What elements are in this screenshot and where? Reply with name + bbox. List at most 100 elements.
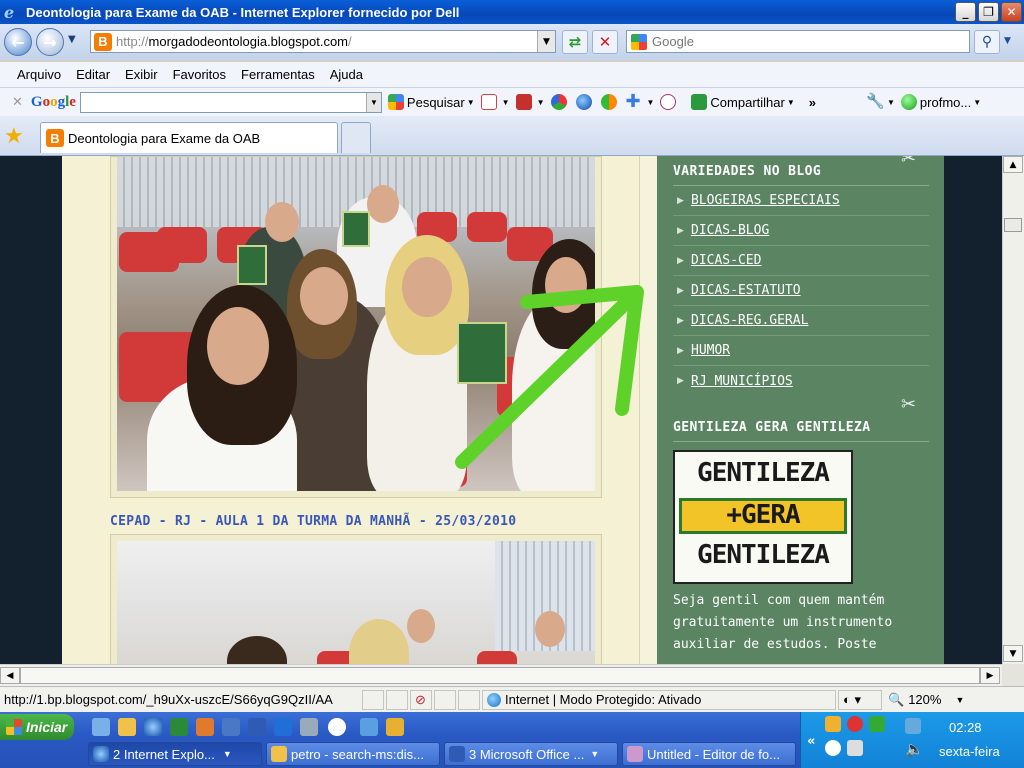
refresh-button[interactable]: ⇄ [562,30,588,54]
gentileza-image[interactable]: GENTILEZA +GERA GENTILEZA [673,450,853,584]
tab-deontologia[interactable]: B Deontologia para Exame da OAB [40,122,338,153]
popup-blocker-icon[interactable]: ⊘ [410,689,432,710]
minimize-button[interactable]: _ [955,2,976,22]
close-toolbar-icon[interactable]: ✕ [12,94,23,110]
bullet-icon: ▶ [677,345,684,356]
new-tab-button[interactable] [341,122,371,153]
address-bar-row: ← → ▼ B http://morgadodeontologia.blogsp… [0,24,1024,60]
ie-quicklaunch-icon[interactable] [144,718,162,736]
forward-button[interactable]: → [36,28,64,56]
menu-favoritos[interactable]: Favoritos [173,67,226,82]
back-button[interactable]: ← [4,28,32,56]
monitor-icon[interactable] [274,718,292,736]
network-tray-icon[interactable] [905,718,921,734]
post-photo-2[interactable] [110,534,602,664]
maximize-button[interactable]: ❐ [978,2,999,22]
search-input[interactable]: Google [626,30,970,53]
publisher-icon[interactable] [222,718,240,736]
address-input[interactable]: B http://morgadodeontologia.blogspot.com… [90,30,556,53]
stop-button[interactable]: ✕ [592,30,618,54]
menu-arquivo[interactable]: Arquivo [17,67,61,82]
menu-exibir[interactable]: Exibir [125,67,158,82]
tray-icon[interactable] [825,716,841,732]
network-icon[interactable] [360,718,378,736]
app-icon[interactable] [300,718,318,736]
close-button[interactable]: ✕ [1001,2,1022,22]
google-search-dropdown-icon[interactable]: ▼ [365,92,381,112]
orkut-button[interactable] [660,94,679,110]
scroll-right-icon[interactable]: ▶ [980,667,1000,684]
bullet-icon: ▶ [677,255,684,266]
bullet-icon: ▶ [677,315,684,326]
tray-expand-icon[interactable]: « [807,734,815,749]
post-title[interactable]: CEPAD - RJ - AULA 1 DA TURMA DA MANHÃ - … [110,514,516,529]
add-button[interactable]: ✚ ▼ [626,93,655,111]
horizontal-scrollbar[interactable]: ◀ ▶ [0,664,1002,686]
task-search[interactable]: petro - search-ms:dis... [266,742,440,766]
powerpoint-icon[interactable] [196,718,214,736]
show-desktop-icon[interactable] [92,718,110,736]
vertical-scrollbar[interactable]: ▲ ▼ [1002,156,1024,664]
panda-icon[interactable] [328,718,346,736]
menu-ajuda[interactable]: Ajuda [330,67,363,82]
media-icon[interactable] [386,718,404,736]
label-link[interactable]: DICAS-REG.GERAL [691,313,808,328]
scroll-left-icon[interactable]: ◀ [0,667,20,684]
start-button[interactable]: Iniciar [0,714,74,740]
protected-mode-icon[interactable]: ◐ ▾ [838,689,882,710]
label-link[interactable]: DICAS-ESTATUTO [691,283,801,298]
share-button[interactable]: Compartilhar ▼ [691,94,795,110]
label-link[interactable]: DICAS-CED [691,253,761,268]
clock[interactable]: 02:28 [949,720,982,735]
word-icon[interactable] [248,718,266,736]
photos-button[interactable] [600,94,620,110]
task-internet-explorer[interactable]: 2 Internet Explo... ▼ [88,742,262,766]
blogger-icon: B [94,32,112,51]
menu-ferramentas[interactable]: Ferramentas [241,67,315,82]
folder-icon[interactable] [118,718,136,736]
volume-icon[interactable]: 🔈 [905,740,924,758]
labels-widget-title: VARIEDADES NO BLOG [673,164,929,186]
horizontal-scroll-thumb[interactable] [20,667,980,684]
history-dropdown-icon[interactable]: ▼ [68,34,76,45]
globe-icon [487,692,501,707]
menu-editar[interactable]: Editar [76,67,110,82]
task-microsoft-office[interactable]: 3 Microsoft Office ... ▼ [444,742,618,766]
search-options-dropdown-icon[interactable]: ▼ [1004,36,1011,46]
tray-icon[interactable] [869,716,885,732]
tray-icon[interactable] [847,740,863,756]
share-icon [691,94,708,110]
address-dropdown-icon[interactable]: ▼ [537,31,555,52]
tray-icon[interactable] [825,740,841,756]
zoom-level[interactable]: 🔍 120% ▼ [884,690,984,710]
label-link[interactable]: RJ MUNICÍPIOS [691,374,793,389]
search-icon: ⚲ [981,34,993,50]
earth-button[interactable] [575,94,595,110]
windows-logo-icon [6,719,22,735]
task-image-editor[interactable]: Untitled - Editor de fo... [622,742,796,766]
scroll-thumb[interactable] [1004,218,1022,232]
scroll-up-icon[interactable]: ▲ [1003,156,1023,173]
window-title: Deontologia para Exame da OAB - Internet… [26,4,460,20]
youtube-button[interactable]: ▼ [515,94,545,110]
edit-widget-wrench-icon[interactable]: ✂ [901,394,916,415]
excel-icon[interactable] [170,718,188,736]
stop-icon: ✕ [598,33,612,51]
google-toolbar-search-input[interactable]: ▼ [79,91,382,113]
security-zone[interactable]: Internet | Modo Protegido: Ativado [482,689,836,710]
profile-button[interactable]: profmo... ▼ [900,94,981,110]
zoom-icon: 🔍 [888,691,905,707]
label-link[interactable]: HUMOR [691,343,730,358]
google-search-button[interactable]: Pesquisar ▼ [387,94,475,110]
search-button[interactable]: ⚲ [974,30,1000,54]
more-chevron-icon[interactable]: » [809,95,816,110]
favorites-star-icon[interactable]: ★ [4,124,24,149]
scroll-down-icon[interactable]: ▼ [1003,645,1023,662]
tray-icon[interactable] [847,716,863,732]
settings-button[interactable]: 🔧 ▼ [866,94,895,110]
label-link[interactable]: BLOGEIRAS ESPECIAIS [691,193,840,208]
gmail-button[interactable]: ▼ [480,94,510,110]
picasa-button[interactable] [550,94,570,110]
wrench-icon: 🔧 [866,93,885,110]
label-link[interactable]: DICAS-BLOG [691,223,769,238]
